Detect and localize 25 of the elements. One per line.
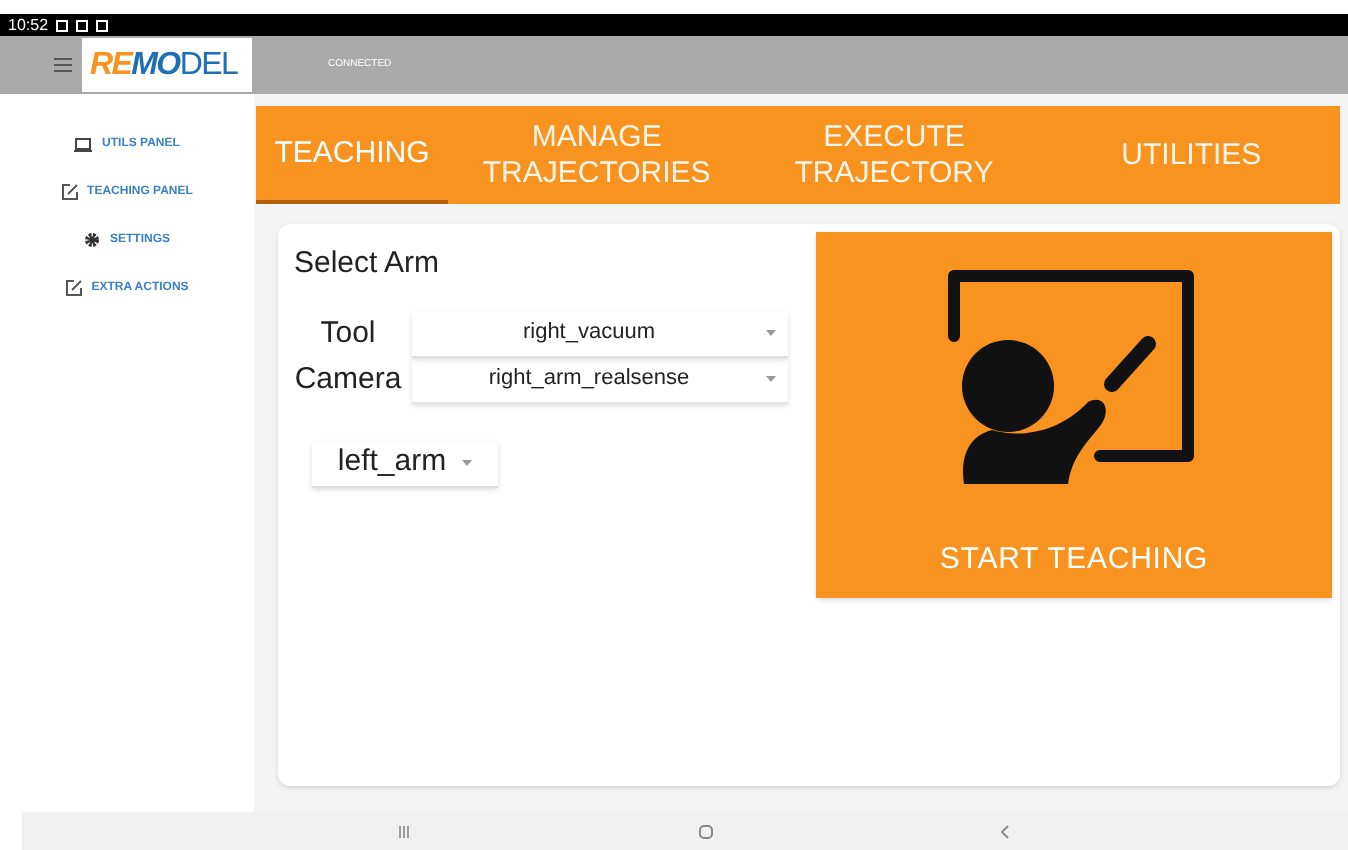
dropdown[interactable]: right_vacuum	[412, 311, 788, 357]
caret-icon	[462, 460, 473, 466]
tab[interactable]: UTILITIES	[1042, 106, 1341, 204]
menu-icon[interactable]	[54, 58, 72, 72]
dropdown[interactable]: right_arm_realsense	[412, 357, 788, 403]
edit-icon	[61, 184, 78, 200]
tab[interactable]: EXECUTE TRAJECTORY	[745, 106, 1043, 204]
caret-icon	[766, 330, 776, 336]
settings-icon	[83, 232, 100, 248]
status-time: 10:52	[8, 17, 49, 33]
field-label: Camera	[292, 359, 404, 400]
tab[interactable]: MANAGE TRAJECTORIES	[448, 106, 746, 204]
edit-icon	[65, 280, 82, 296]
teacher-at-board-icon	[948, 270, 1200, 490]
start-teaching-button[interactable]: START TEACHING	[816, 232, 1332, 598]
field-label: Tool	[318, 313, 378, 354]
back-icon[interactable]	[1000, 823, 1010, 839]
laptop-icon	[74, 137, 93, 151]
recent-apps-icon[interactable]	[398, 825, 410, 837]
home-icon[interactable]	[698, 823, 714, 839]
logo: REMODEL	[90, 49, 238, 81]
tab[interactable]: TEACHING	[256, 106, 448, 204]
arm-dropdown[interactable]: left_arm	[312, 441, 498, 487]
caret-icon	[766, 376, 776, 382]
section-title: Select Arm	[294, 244, 442, 284]
